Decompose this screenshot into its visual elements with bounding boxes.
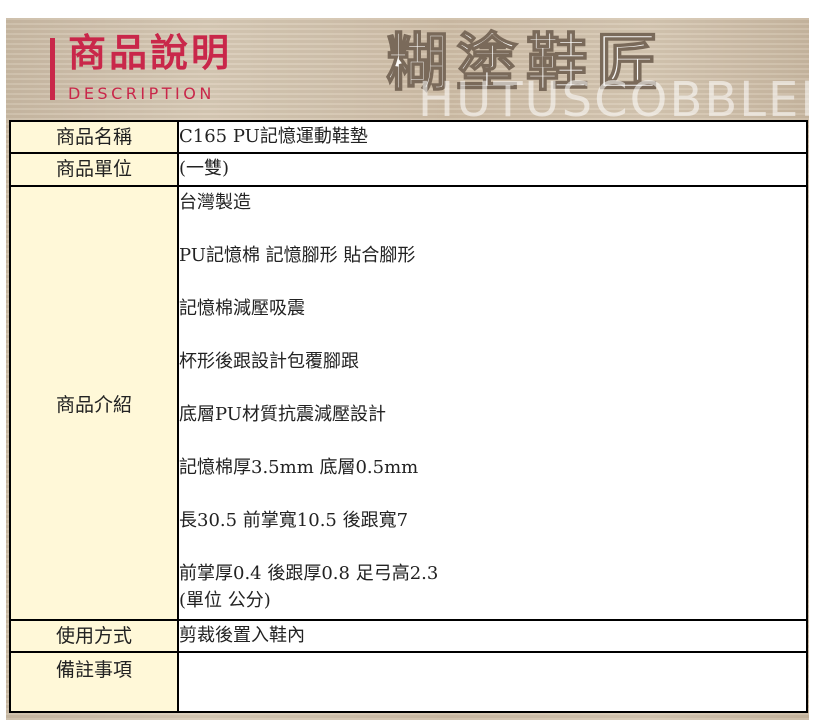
row-label: 商品單位 [9,152,179,187]
section-subtitle: DESCRIPTION [68,84,215,103]
table-row: 商品單位 (一雙) [9,152,808,187]
product-spec-table: 商品名稱 C165 PU記憶運動鞋墊 商品單位 (一雙) 商品介紹 台灣製造 P… [9,120,808,713]
intro-line: 記憶棉減壓吸震 [179,298,305,319]
row-label: 備註事項 [9,651,179,713]
intro-line: PU記憶棉 記憶腳形 貼合腳形 [179,245,416,266]
row-label: 使用方式 [9,619,179,653]
intro-line: 杯形後跟設計包覆腳跟 [179,351,359,372]
section-title: 商品說明 [68,31,233,75]
row-label: 商品介紹 [9,185,179,621]
intro-line: 底層PU材質抗震減壓設計 [179,404,386,425]
table-row: 備註事項 [9,651,808,713]
header-banner: 商品說明 DESCRIPTION 糊塗鞋匠 HUTUSCOBBLER [6,18,809,118]
intro-line: 前掌厚0.4 後跟厚0.8 足弓高2.3 [179,563,439,584]
table-row: 商品名稱 C165 PU記憶運動鞋墊 [9,120,808,154]
table-row: 使用方式 剪裁後置入鞋內 [9,619,808,653]
intro-line: 記憶棉厚3.5mm 底層0.5mm [179,457,419,478]
row-label: 商品名稱 [9,120,179,154]
row-value: 剪裁後置入鞋內 [177,619,808,653]
intro-line: 長30.5 前掌寬10.5 後跟寬7 [179,510,409,531]
table-row: 商品介紹 台灣製造 PU記憶棉 記憶腳形 貼合腳形 記憶棉減壓吸震 杯形後跟設計… [9,185,808,621]
intro-line: 台灣製造 [179,192,251,213]
row-value [177,651,808,713]
intro-line: (單位 公分) [179,590,271,611]
intro-value: 台灣製造 PU記憶棉 記憶腳形 貼合腳形 記憶棉減壓吸震 杯形後跟設計包覆腳跟 … [177,185,808,621]
row-value: C165 PU記憶運動鞋墊 [177,120,808,154]
row-value: (一雙) [177,152,808,187]
brand-logo-watermark: HUTUSCOBBLER [418,72,809,118]
accent-bar [50,38,55,100]
